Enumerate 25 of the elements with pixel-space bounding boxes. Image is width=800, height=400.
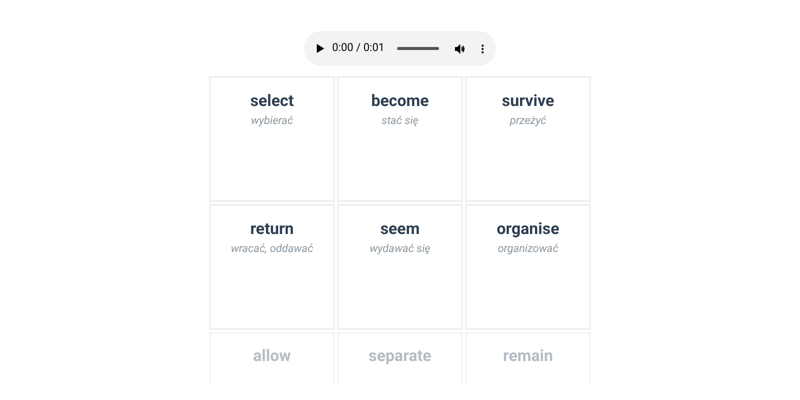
translation: wydawać się xyxy=(370,241,430,257)
word: survive xyxy=(502,91,554,111)
volume-icon[interactable] xyxy=(454,42,465,54)
word: allow xyxy=(253,346,291,366)
translation: organizować xyxy=(498,241,558,257)
word-card[interactable]: seem wydawać się xyxy=(337,204,463,330)
translation: stać się xyxy=(382,113,418,129)
translation: przeżyć xyxy=(510,113,546,129)
word-card[interactable]: become stać się xyxy=(337,76,463,202)
word: remain xyxy=(503,346,553,366)
playback-time: 0:00 / 0:01 xyxy=(332,40,385,56)
word: return xyxy=(250,219,294,239)
word-card[interactable]: survive przeżyć xyxy=(465,76,591,202)
word: organise xyxy=(496,219,560,239)
play-icon[interactable] xyxy=(316,43,324,54)
word: become xyxy=(371,91,429,111)
word: seem xyxy=(380,219,420,239)
word-card[interactable]: select wybierać xyxy=(209,76,335,202)
more-options-icon[interactable] xyxy=(480,42,484,54)
translation: wybierać xyxy=(250,113,294,129)
word: separate xyxy=(368,346,432,366)
translation: wracać, oddawać xyxy=(230,241,314,257)
word: select xyxy=(250,91,294,111)
word-card[interactable]: return wracać, oddawać xyxy=(209,204,335,330)
word-card[interactable]: organise organizować xyxy=(465,204,591,330)
